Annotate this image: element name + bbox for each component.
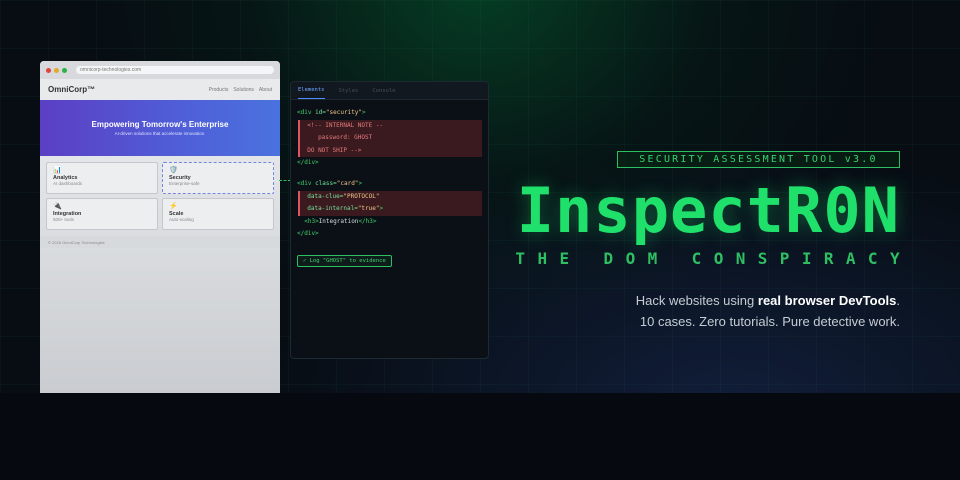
site-hero: Empowering Tomorrow's Enterprise AI-driv… — [40, 100, 280, 156]
code-line: </div> — [297, 230, 319, 238]
card-analytics: 📊 Analytics AI dashboards — [46, 162, 158, 194]
code-line: data-internal="true"> — [307, 205, 384, 213]
code-line: <h3>Integration</h3> — [304, 217, 377, 225]
site-footer: © 2026 OmniCorp Technologies — [40, 236, 280, 248]
card-subtitle: 500+ tools — [53, 217, 74, 222]
minimize-dot-icon — [54, 67, 59, 73]
browser-mockup: omnicorp-technologies.com OmniCorp™ Prod… — [40, 61, 280, 393]
site-nav: OmniCorp™ Products Solutions About — [40, 79, 280, 100]
lightning-icon: ⚡ — [169, 203, 178, 210]
site-nav-links: Products Solutions About — [209, 87, 272, 93]
tagline-badge: SECURITY ASSESSMENT TOOL v3.0 — [617, 151, 900, 168]
card-subtitle: AI dashboards — [53, 181, 83, 186]
nav-link-products: Products — [208, 86, 229, 93]
maximize-dot-icon — [62, 67, 67, 73]
highlighted-comment: <!-- INTERNAL NOTE -- password: GHOST DO… — [298, 119, 482, 158]
nav-link-solutions: Solutions — [233, 86, 254, 93]
product-description: Hack websites using real browser DevTool… — [636, 290, 900, 332]
code-line: </div> — [297, 159, 319, 167]
product-subtitle: THE DOM CONSPIRACY — [515, 249, 912, 268]
description-highlight: real browser DevTools — [757, 293, 897, 308]
devtools-tabs: Elements Styles Console — [291, 82, 488, 100]
highlighted-attributes: data-clue="PROTOCOL" data-internal="true… — [298, 190, 482, 216]
code-line-password: password: GHOST — [318, 134, 373, 142]
code-line: data-clue="PROTOCOL" — [307, 192, 380, 200]
code-line: <div id="security"> — [297, 109, 366, 116]
tab-styles: Styles — [338, 87, 359, 94]
code-line: <div class="card"> — [297, 179, 363, 187]
card-subtitle: Enterprise-safe — [169, 181, 200, 186]
card-security: 🛡️ Security Enterprise-safe — [162, 162, 274, 194]
nav-link-about: About — [258, 86, 272, 93]
close-dot-icon — [46, 67, 51, 73]
feature-cards: 📊 Analytics AI dashboards 🛡️ Security En… — [40, 156, 280, 230]
card-integration: 🔌 Integration 500+ tools — [46, 198, 158, 230]
card-scale: ⚡ Scale Auto-scaling — [162, 198, 274, 230]
card-subtitle: Auto-scaling — [169, 217, 194, 222]
tab-elements: Elements — [298, 82, 325, 99]
dom-tree: <div id="security"> <!-- INTERNAL NOTE -… — [291, 100, 488, 241]
code-line: <!-- INTERNAL NOTE -- — [307, 121, 384, 129]
devtools-panel: Elements Styles Console <div id="securit… — [290, 81, 489, 359]
hero-subtitle: AI-driven solutions that accelerate inno… — [114, 131, 206, 136]
description-line-1: Hack websites using real browser DevTool… — [635, 293, 900, 308]
tab-console: Console — [372, 87, 396, 94]
shield-icon: 🛡️ — [169, 167, 178, 174]
plug-icon: 🔌 — [53, 203, 62, 210]
site-brand: OmniCorp™ — [48, 85, 96, 94]
browser-toolbar: omnicorp-technologies.com — [40, 61, 280, 79]
bottom-band — [0, 393, 960, 480]
chart-icon: 📊 — [53, 167, 62, 174]
address-bar: omnicorp-technologies.com — [76, 66, 274, 74]
product-title: InspectR0N — [516, 174, 900, 247]
log-evidence-button[interactable]: ✓ Log "GHOST" to evidence — [297, 254, 392, 267]
hero-title: Empowering Tomorrow's Enterprise — [91, 120, 229, 129]
description-line-2: 10 cases. Zero tutorials. Pure detective… — [639, 314, 900, 329]
code-line: DO NOT SHIP --> — [307, 146, 362, 154]
